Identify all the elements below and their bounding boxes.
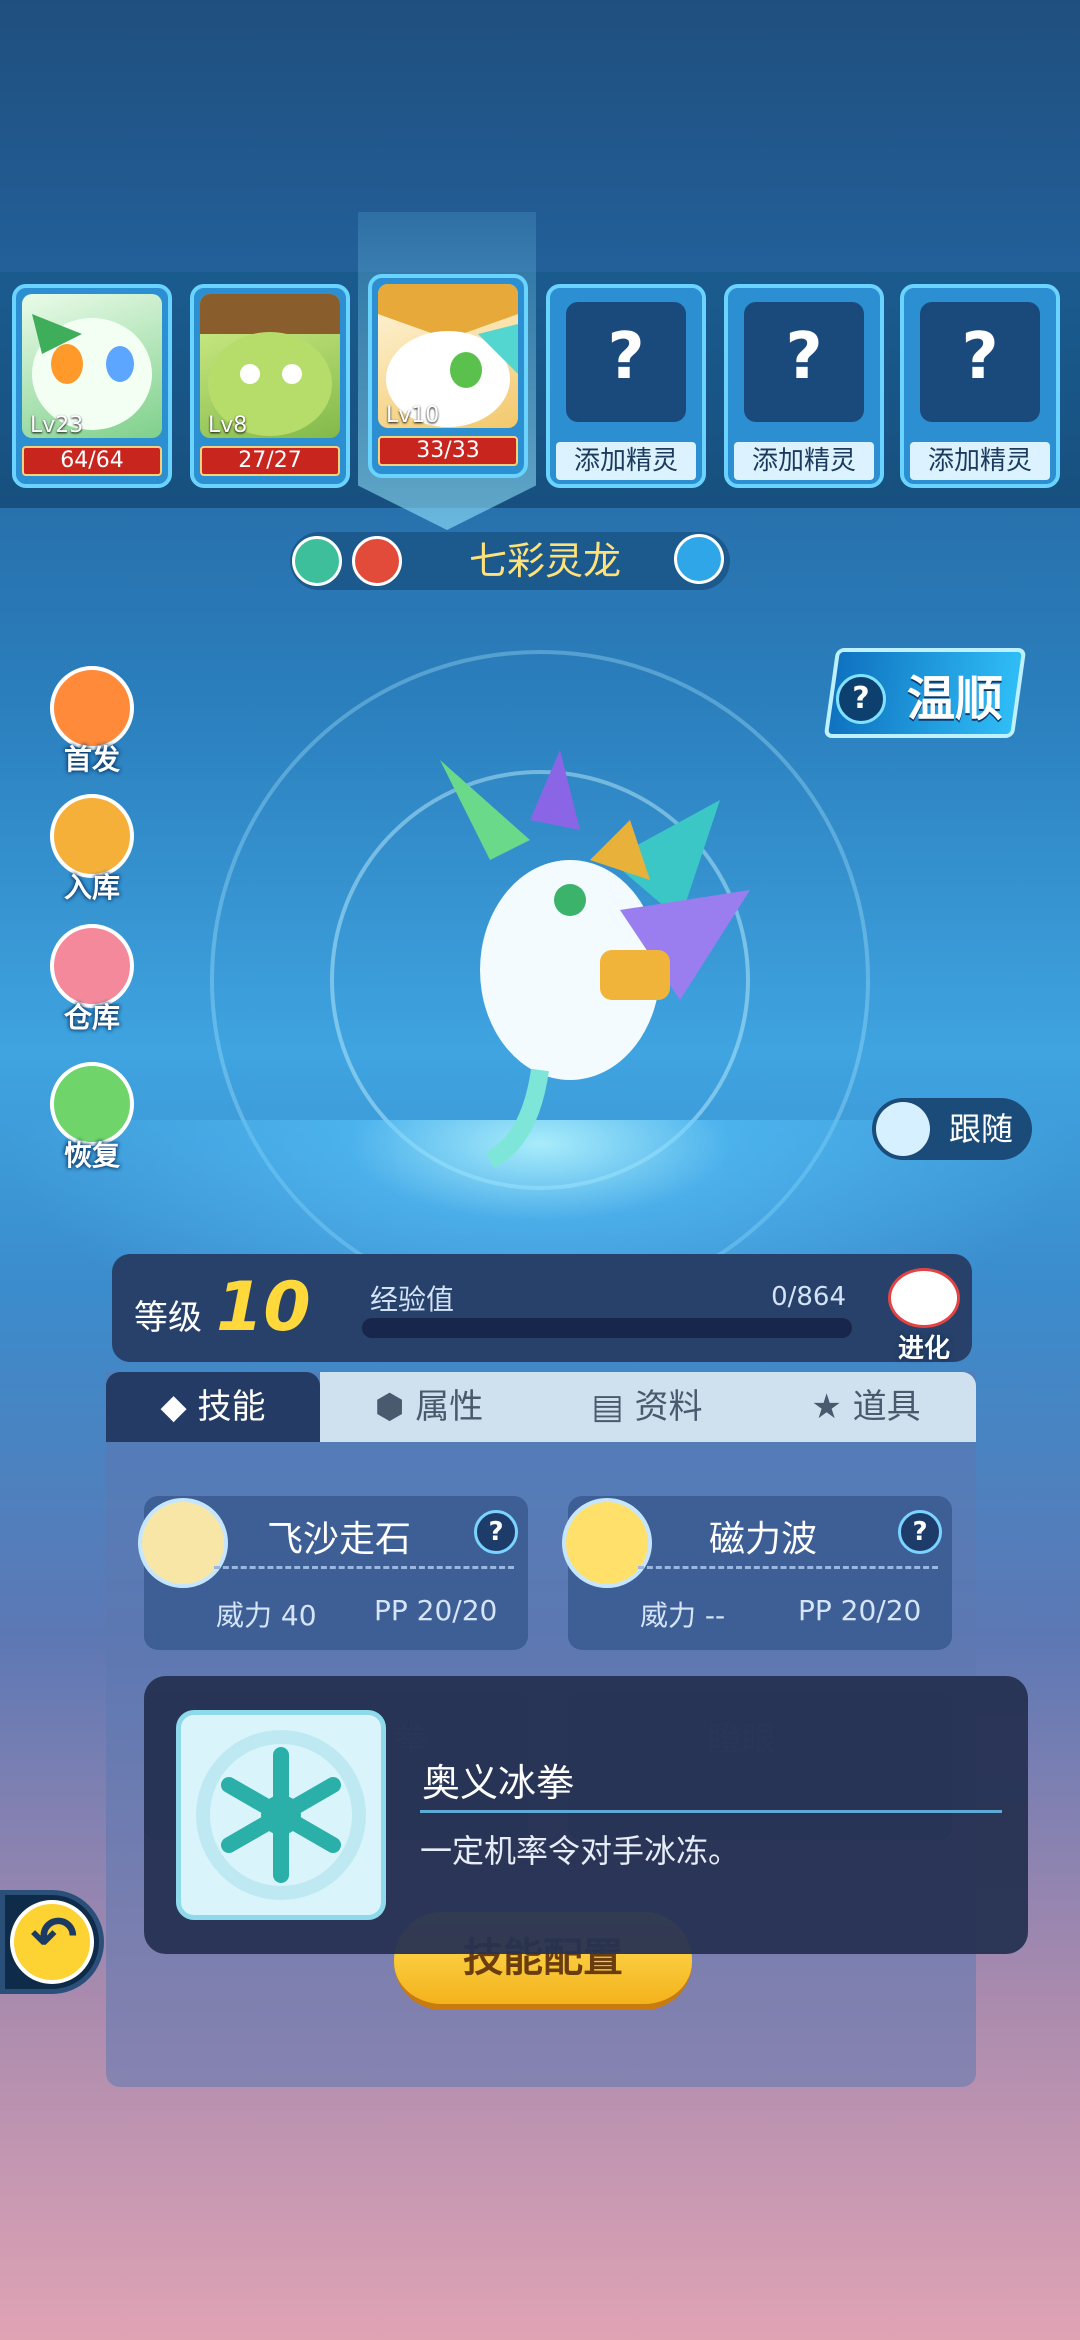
empty-slot-silhouette: ? [744, 302, 864, 422]
slot-level: Lv10 [386, 403, 440, 428]
tooltip-description: 一定机率令对手冰冻。 [420, 1832, 741, 1870]
level-value: 10 [216, 1268, 311, 1347]
slot-level: Lv8 [208, 413, 248, 438]
tab-info[interactable]: ▤ 资料 [538, 1372, 756, 1442]
question-mark-icon: ? [607, 320, 645, 394]
recover-button[interactable]: 恢复 [46, 1062, 138, 1178]
tab-attributes[interactable]: ⬢ 属性 [320, 1372, 538, 1442]
empty-slot-silhouette: ? [920, 302, 1040, 422]
store-label: 入库 [63, 871, 120, 904]
grass-type-icon [292, 536, 342, 586]
temperament-help-icon[interactable]: ? [836, 674, 886, 724]
empty-slot-silhouette: ? [566, 302, 686, 422]
temperament-text: 温顺 [906, 671, 1003, 727]
team-slot-3-active[interactable]: Lv10 33/33 [368, 274, 528, 478]
starter-button[interactable]: 首发 [46, 666, 138, 782]
question-mark-icon: ? [785, 320, 823, 394]
pet-dragon-illustration [440, 750, 750, 1169]
add-pet-label: 添加精灵 [556, 442, 696, 480]
electric-type-icon [562, 1498, 652, 1588]
skill-help-icon[interactable]: ? [898, 1510, 942, 1554]
add-pet-label: 添加精灵 [910, 442, 1050, 480]
slot-level: Lv23 [30, 413, 84, 438]
skill-pp: PP 20/20 [374, 1594, 498, 1627]
fire-type-icon [352, 536, 402, 586]
skill-divider [214, 1566, 514, 1569]
snowflake-icon [196, 1730, 366, 1900]
skill-power: 威力 -- [640, 1599, 726, 1632]
skill-divider [638, 1566, 938, 1569]
back-arrow-icon: ↶ [30, 1905, 78, 1970]
exp-progress-bar [362, 1318, 852, 1338]
warehouse-button[interactable]: 仓库 [46, 924, 138, 1040]
tab-skills[interactable]: ◆ 技能 [106, 1372, 320, 1442]
add-pet-label: 添加精灵 [734, 442, 874, 480]
follow-label: 跟随 [948, 1110, 1013, 1148]
skills-tab-icon: ◆ [160, 1387, 198, 1427]
team-slot-6-empty[interactable]: ? 添加精灵 [900, 284, 1060, 488]
pet-name: 七彩灵龙 [468, 539, 621, 583]
tab-label: 技能 [197, 1387, 266, 1427]
skill-name: 磁力波 [708, 1519, 817, 1560]
starter-label: 首发 [63, 743, 120, 776]
warehouse-label: 仓库 [63, 1001, 120, 1034]
exp-value: 0/864 [771, 1282, 846, 1312]
skill-name: 飞沙走石 [266, 1519, 411, 1560]
team-slot-2[interactable]: Lv8 27/27 [190, 284, 350, 488]
rock-type-icon [138, 1498, 228, 1588]
evolve-label: 进化 [897, 1334, 950, 1364]
evolve-button[interactable]: 进化 [878, 1258, 970, 1364]
slot-hp-bar: 27/27 [200, 446, 340, 476]
tab-items[interactable]: ★ 道具 [756, 1372, 976, 1442]
tooltip-title: 奥义冰拳 [422, 1761, 575, 1805]
gender-icon[interactable] [674, 534, 724, 584]
skill-card-2[interactable]: 磁力波 ? 威力 -- PP 20/20 [562, 1496, 952, 1650]
tab-label: 属性 [415, 1387, 484, 1427]
slot-hp-bar: 64/64 [22, 446, 162, 476]
store-button[interactable]: 入库 [46, 794, 138, 910]
skill-pp: PP 20/20 [798, 1594, 922, 1627]
follow-toggle-knob [876, 1102, 930, 1156]
team-slot-1[interactable]: Lv23 64/64 [12, 284, 172, 488]
info-tab-icon: ▤ [591, 1387, 635, 1427]
skill-help-icon[interactable]: ? [474, 1510, 518, 1554]
slot-hp-bar: 33/33 [378, 436, 518, 466]
items-tab-icon: ★ [811, 1387, 853, 1427]
recover-label: 恢复 [63, 1139, 120, 1172]
evolve-icon [888, 1268, 960, 1328]
exp-label: 经验值 [370, 1283, 455, 1316]
tab-label: 道具 [852, 1387, 921, 1427]
team-slot-4-empty[interactable]: ? 添加精灵 [546, 284, 706, 488]
attributes-tab-icon: ⬢ [374, 1387, 416, 1427]
tab-label: 资料 [634, 1387, 703, 1427]
tooltip-divider [420, 1810, 1002, 1813]
level-label: 等级 [134, 1298, 202, 1338]
ice-skill-icon [176, 1710, 386, 1920]
team-slot-5-empty[interactable]: ? 添加精灵 [724, 284, 884, 488]
question-mark-icon: ? [961, 320, 999, 394]
skill-card-1[interactable]: 飞沙走石 ? 威力 40 PP 20/20 [138, 1496, 528, 1650]
skill-power: 威力 40 [216, 1599, 317, 1632]
